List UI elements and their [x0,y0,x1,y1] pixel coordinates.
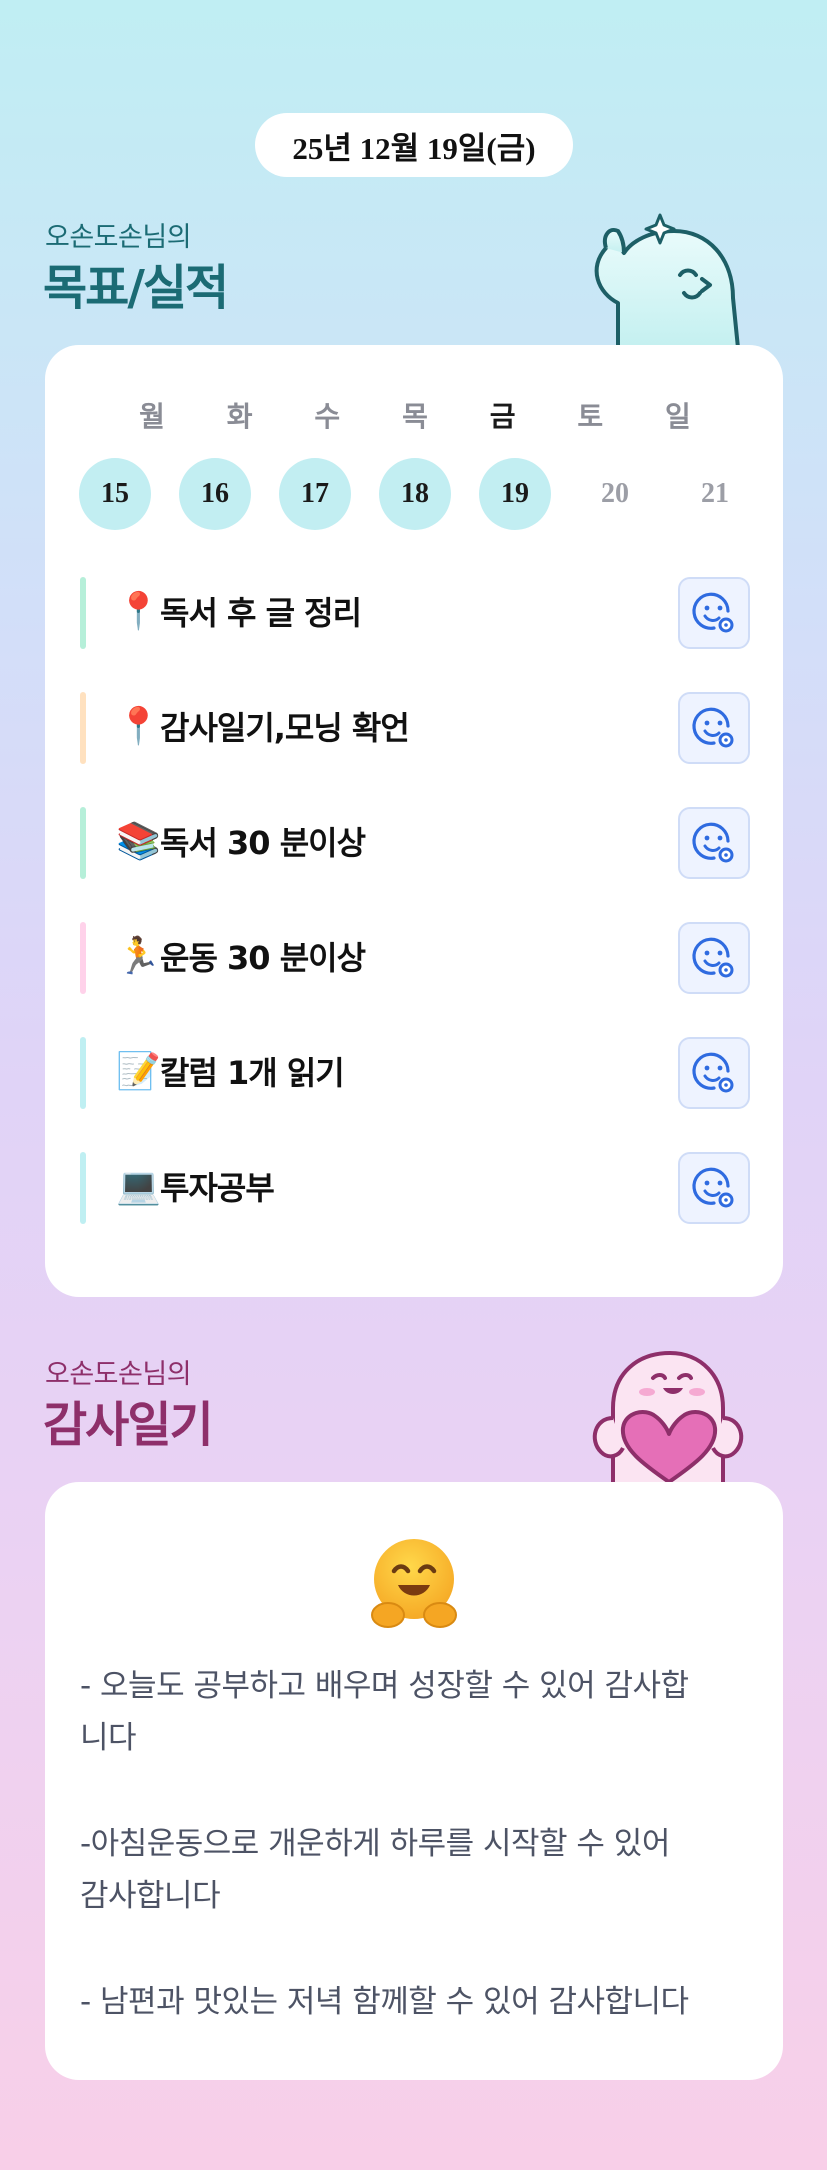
weekday-tue: 화 [226,402,253,433]
smile-add-button[interactable] [678,577,750,649]
goal-item[interactable]: 📝 칼럼 1개 읽기 [80,1037,750,1109]
goal-color-bar [80,1152,86,1224]
laptop-icon: 💻 [116,1166,161,1207]
goal-color-bar [80,577,86,649]
week-dates: 15 16 17 18 19 20 21 [79,458,751,530]
goal-item[interactable]: 📚 독서 30 분이상 [80,807,750,879]
thanks-text-line: - 남편과 맛있는 저녁 함께할 수 있어 감사합니다 [80,1984,689,2020]
goal-color-bar [80,692,86,764]
ghost-thumbs-up-mascot [594,213,740,348]
smile-add-button[interactable] [678,692,750,764]
thanks-section-title: 감사일기 [43,1397,214,1453]
weekday-fri: 금 [489,402,516,433]
goal-color-bar [80,807,86,879]
memo-icon: 📝 [116,1051,161,1092]
goal-item[interactable]: 📍 감사일기,모닝 확언 [80,692,750,764]
thanks-text-line: -아침운동으로 개운하게 하루를 시작할 수 있어 [80,1826,670,1862]
pin-icon: 📍 [116,706,161,747]
day-18[interactable]: 18 [379,458,451,530]
hugging-face-icon [371,1539,457,1628]
smile-add-icon [692,592,734,633]
smile-add-button[interactable] [678,807,750,879]
weekday-sat: 토 [577,402,604,433]
smile-add-button[interactable] [678,1037,750,1109]
smile-add-button[interactable] [678,1152,750,1224]
pink-ghost-heart-mascot [592,1350,744,1484]
goal-color-bar [80,922,86,994]
day-16[interactable]: 16 [179,458,251,530]
goal-label: 감사일기,모닝 확언 [160,709,410,747]
smile-add-button[interactable] [678,922,750,994]
goal-label: 운동 30 분이상 [160,939,366,977]
goal-label: 칼럼 1개 읽기 [160,1054,345,1092]
goal-item[interactable]: 🏃 운동 30 분이상 [80,922,750,994]
day-20[interactable]: 20 [579,458,651,530]
day-15[interactable]: 15 [79,458,151,530]
thanks-text-line: 감사합니다 [80,1878,221,1914]
day-17[interactable]: 17 [279,458,351,530]
smile-add-icon [692,1167,734,1208]
date-label: 25년 12월 19일(금) [292,130,536,166]
goal-label: 투자공부 [160,1169,275,1207]
pin-icon: 📍 [116,591,161,632]
day-19-today[interactable]: 19 [479,458,551,530]
thanks-text-line: - 오늘도 공부하고 배우며 성장할 수 있어 감사합 [80,1668,689,1704]
books-icon: 📚 [116,821,161,862]
goal-label: 독서 후 글 정리 [160,594,362,632]
runner-icon: 🏃 [116,936,161,977]
smile-add-icon [692,822,734,863]
weekday-wed: 수 [314,402,341,433]
date-badge: 25년 12월 19일(금) [255,113,573,177]
weekday-sun: 일 [665,402,691,433]
goals-section-title: 목표/실적 [43,260,229,316]
weekday-thu: 목 [402,402,428,433]
goal-label: 독서 30 분이상 [160,824,366,862]
smile-add-icon [692,1052,734,1093]
goal-item[interactable]: 📍 독서 후 글 정리 [80,577,750,649]
smile-add-icon [692,937,734,978]
smile-add-icon [692,707,734,748]
goal-item[interactable]: 💻 투자공부 [80,1152,750,1224]
thanks-text-line: 니다 [80,1720,137,1756]
weekday-mon: 월 [139,402,165,433]
day-21[interactable]: 21 [679,458,751,530]
weekday-header: 월 화 수 목 금 토 일 [117,395,713,435]
goal-color-bar [80,1037,86,1109]
